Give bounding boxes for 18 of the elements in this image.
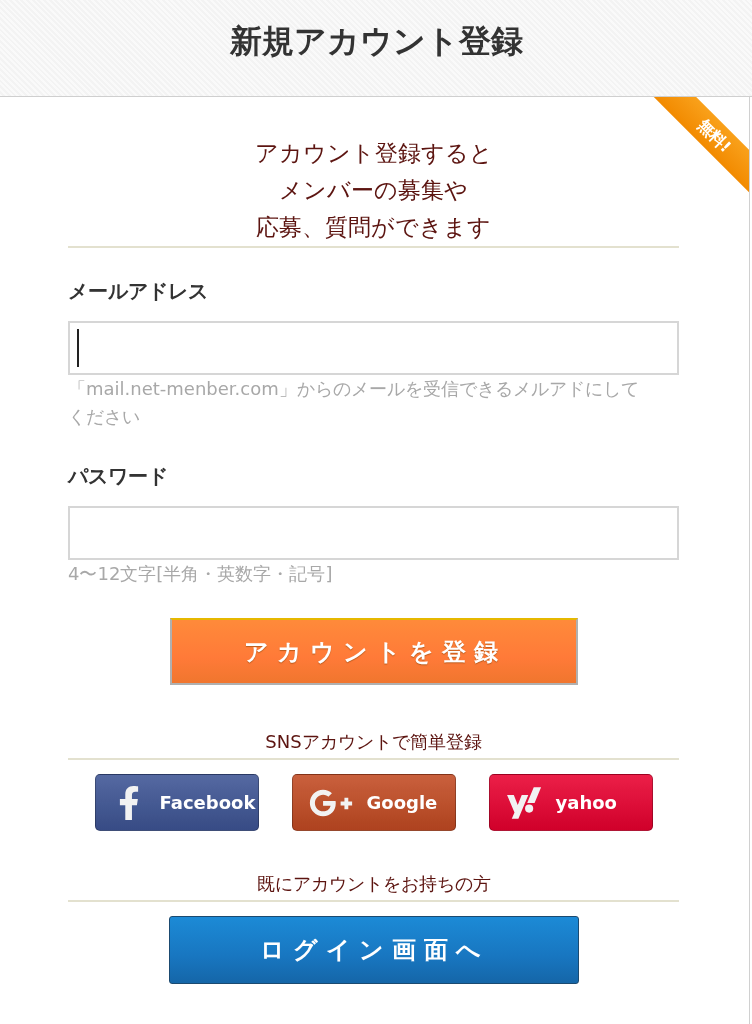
field-hint: 「mail.net-menber.com」からのメールを受信できるメルアドにしてください bbox=[68, 377, 640, 429]
intro-text: アカウント登録すると bbox=[253, 139, 494, 168]
y-logo-icon bbox=[505, 784, 542, 821]
input-field[interactable] bbox=[68, 321, 679, 375]
login-button[interactable]: ログイン画面へ bbox=[168, 916, 579, 984]
sns-login-button[interactable]: Facebook bbox=[94, 774, 259, 831]
field-label: メールアドレス bbox=[68, 278, 209, 304]
sns-login-button[interactable]: yahoo bbox=[488, 774, 653, 831]
register-button[interactable]: アカウントを登録 bbox=[169, 618, 578, 685]
sns-login-button[interactable]: Google bbox=[291, 774, 456, 831]
intro-text: 応募、質問ができます bbox=[255, 213, 492, 242]
field-label: パスワード bbox=[68, 463, 169, 489]
sns-heading: SNSアカウントで簡単登録 bbox=[264, 730, 483, 754]
field-hint: 4〜12文字[半角・英数字・記号] bbox=[68, 562, 334, 586]
intro-text: メンバーの募集や bbox=[278, 176, 469, 205]
page-title: 新規アカウント登録 bbox=[229, 21, 523, 62]
login-heading: 既にアカウントをお持ちの方 bbox=[255, 872, 492, 896]
input-field[interactable] bbox=[68, 506, 679, 560]
